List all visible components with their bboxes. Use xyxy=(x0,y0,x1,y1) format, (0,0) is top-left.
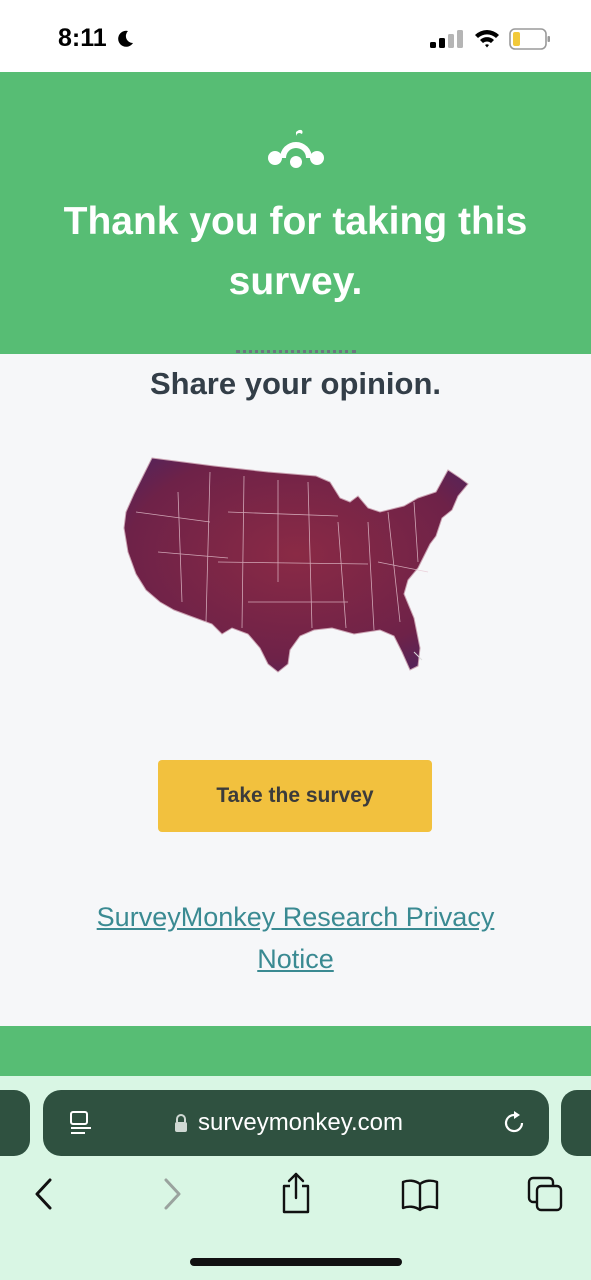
clipped-text-remnant xyxy=(236,350,356,356)
surveymonkey-logo-icon xyxy=(268,129,324,168)
status-time: 8:11 xyxy=(58,24,107,52)
battery-icon xyxy=(509,28,550,50)
signal-icon xyxy=(430,30,463,48)
previous-tab-preview[interactable] xyxy=(0,1090,30,1156)
next-tab-preview[interactable] xyxy=(561,1090,591,1156)
reader-icon[interactable] xyxy=(69,1110,93,1136)
address-bar[interactable]: surveymonkey.com xyxy=(43,1090,549,1156)
reload-icon[interactable] xyxy=(501,1110,527,1136)
moon-icon xyxy=(118,30,133,47)
forward-icon[interactable] xyxy=(160,1176,184,1212)
home-indicator[interactable] xyxy=(190,1258,402,1266)
bookmarks-icon[interactable] xyxy=(401,1176,439,1212)
thank-you-banner: Thank you for taking this survey. xyxy=(0,72,591,354)
footer-strip xyxy=(0,1026,591,1082)
wifi-icon xyxy=(475,30,499,48)
us-map-image xyxy=(123,457,469,673)
tabs-icon[interactable] xyxy=(527,1176,563,1212)
banner-title: Thank you for taking this survey. xyxy=(63,200,528,303)
browser-toolbar: surveymonkey.com xyxy=(0,1076,591,1280)
back-icon[interactable] xyxy=(32,1176,56,1212)
take-survey-button[interactable]: Take the survey xyxy=(158,760,432,832)
share-icon[interactable] xyxy=(280,1172,312,1214)
share-opinion-heading: Share your opinion. xyxy=(149,366,442,401)
lock-icon xyxy=(175,1114,187,1132)
url-text[interactable]: surveymonkey.com xyxy=(198,1109,403,1137)
status-bar: 8:11 xyxy=(0,0,591,72)
privacy-notice-link[interactable]: SurveyMonkey Research Privacy Notice xyxy=(60,896,531,980)
